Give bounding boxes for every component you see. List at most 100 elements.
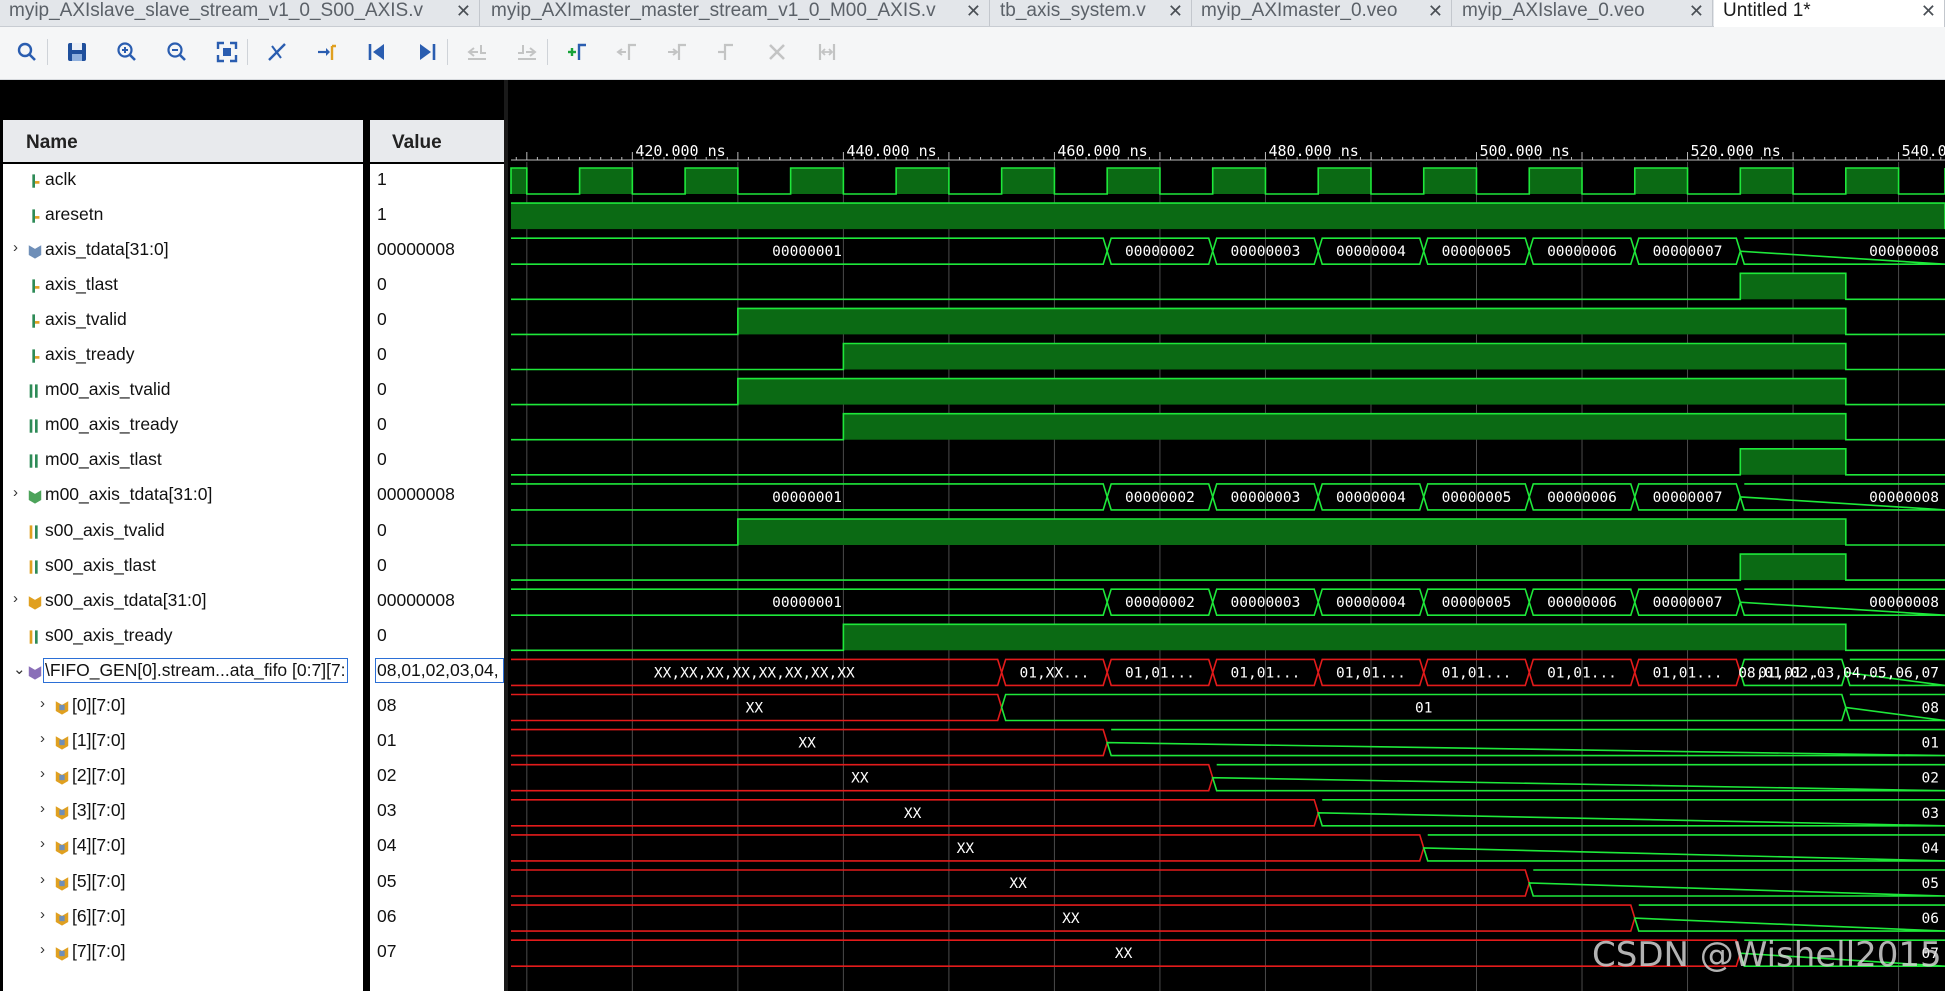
close-icon[interactable]: ✕ xyxy=(1921,0,1936,22)
zoom-out-icon xyxy=(167,42,186,61)
input-bit-icon xyxy=(32,279,40,293)
signal-row[interactable]: › [2][7:0] xyxy=(3,760,363,795)
zoom-in-button[interactable] xyxy=(112,37,142,67)
signal-value: 08,01,02,03,04, xyxy=(375,657,504,683)
expand-chevron-icon[interactable]: › xyxy=(40,765,45,782)
signal-row[interactable]: aresetn xyxy=(3,199,363,234)
signal-row[interactable]: › [1][7:0] xyxy=(3,725,363,760)
signal-value-row[interactable]: 00000008 xyxy=(370,585,504,620)
signal-row[interactable]: › axis_tdata[31:0] xyxy=(3,234,363,269)
expand-chevron-icon[interactable]: › xyxy=(40,871,45,888)
signal-row[interactable]: › [4][7:0] xyxy=(3,830,363,865)
expand-chevron-icon[interactable]: › xyxy=(40,941,45,958)
go-to-start-button[interactable] xyxy=(362,37,392,67)
signal-row[interactable]: s00_axis_tready xyxy=(3,620,363,655)
signal-value: 03 xyxy=(377,800,397,821)
next-transition-button xyxy=(512,37,542,67)
zoom-fit-button[interactable] xyxy=(212,37,242,67)
signal-row[interactable]: axis_tlast xyxy=(3,269,363,304)
signal-value-row[interactable]: 0 xyxy=(370,550,504,585)
signal-row[interactable]: › m00_axis_tdata[31:0] xyxy=(3,479,363,514)
signal-value-row[interactable]: 06 xyxy=(370,901,504,936)
tab-file-3[interactable]: myip_AXImaster_0.veo ✕ xyxy=(1192,0,1452,26)
waveform-pane[interactable]: 420.000 ns 440.000 ns 460.000 ns 480.000 ns… xyxy=(508,80,1945,991)
go-to-end-button[interactable] xyxy=(412,37,442,67)
tab-file-0[interactable]: myip_AXIslave_slave_stream_v1_0_S00_AXIS… xyxy=(0,0,480,26)
expand-chevron-icon[interactable]: › xyxy=(13,590,18,607)
signal-value: 0 xyxy=(377,414,387,435)
signal-value-row[interactable]: 05 xyxy=(370,866,504,901)
signal-value-row[interactable]: 01 xyxy=(370,725,504,760)
name-column-header[interactable]: Name xyxy=(3,120,363,162)
signal-value-row[interactable]: 00000008 xyxy=(370,234,504,269)
tab-untitled-active[interactable]: Untitled 1* ✕ xyxy=(1714,0,1945,27)
zoom-out-button[interactable] xyxy=(162,37,192,67)
signal-value-row[interactable]: 0 xyxy=(370,620,504,655)
search-button[interactable] xyxy=(12,37,42,67)
signal-value: 0 xyxy=(377,379,387,400)
signal-row[interactable]: s00_axis_tvalid xyxy=(3,515,363,550)
signal-row[interactable]: axis_tvalid xyxy=(3,304,363,339)
expand-chevron-icon[interactable]: › xyxy=(40,800,45,817)
tab-file-1[interactable]: myip_AXImaster_master_stream_v1_0_M00_AX… xyxy=(482,0,990,26)
expand-chevron-icon[interactable]: › xyxy=(13,239,18,256)
column-divider[interactable] xyxy=(363,120,370,991)
wave-trace xyxy=(511,448,1945,476)
close-icon[interactable]: ✕ xyxy=(456,0,471,22)
signal-row[interactable]: ⌄ \FIFO_GEN[0].stream...ata_fifo [0:7][7: xyxy=(3,655,363,690)
signal-row[interactable]: aclk xyxy=(3,164,363,199)
signal-value-row[interactable]: 08,01,02,03,04, xyxy=(370,655,504,690)
signal-value-row[interactable]: 0 xyxy=(370,269,504,304)
signal-row[interactable]: › [3][7:0] xyxy=(3,795,363,830)
signal-row[interactable]: s00_axis_tlast xyxy=(3,550,363,585)
cursor-to-zero-button[interactable] xyxy=(262,37,292,67)
signal-value-row[interactable]: 08 xyxy=(370,690,504,725)
close-icon[interactable]: ✕ xyxy=(1428,0,1443,22)
wave-high-fill xyxy=(685,168,738,194)
bus-value-label: 00000008 xyxy=(1869,244,1939,260)
snap-to-transition-icon xyxy=(818,44,836,60)
signal-name: s00_axis_tlast xyxy=(45,554,156,575)
signal-row[interactable]: axis_tready xyxy=(3,339,363,374)
signal-value-row[interactable]: 04 xyxy=(370,830,504,865)
tab-file-2[interactable]: tb_axis_system.v ✕ xyxy=(991,0,1192,26)
signal-row[interactable]: › [5][7:0] xyxy=(3,866,363,901)
close-icon[interactable]: ✕ xyxy=(966,0,981,22)
tab-file-4[interactable]: myip_AXIslave_0.veo ✕ xyxy=(1453,0,1713,26)
signal-value: 07 xyxy=(377,940,397,961)
expand-chevron-icon[interactable]: › xyxy=(40,906,45,923)
signal-value-row[interactable]: 0 xyxy=(370,374,504,409)
signal-value-row[interactable]: 0 xyxy=(370,444,504,479)
signal-value-row[interactable]: 00000008 xyxy=(370,479,504,514)
signal-row[interactable]: › [0][7:0] xyxy=(3,690,363,725)
signal-row[interactable]: m00_axis_tready xyxy=(3,409,363,444)
value-column-header[interactable]: Value xyxy=(370,120,504,162)
expand-chevron-icon[interactable]: › xyxy=(40,835,45,852)
expand-chevron-icon[interactable]: › xyxy=(40,730,45,747)
expand-chevron-icon[interactable]: › xyxy=(13,484,18,501)
signal-row[interactable]: › [6][7:0] xyxy=(3,901,363,936)
signal-row[interactable]: › [7][7:0] xyxy=(3,936,363,971)
waveform-canvas[interactable]: 420.000 ns 440.000 ns 460.000 ns 480.000 ns… xyxy=(508,80,1945,991)
signal-value-row[interactable]: 07 xyxy=(370,936,504,971)
signal-row[interactable]: m00_axis_tvalid xyxy=(3,374,363,409)
signal-value-row[interactable]: 0 xyxy=(370,409,504,444)
signal-value-row[interactable]: 1 xyxy=(370,199,504,234)
close-icon[interactable]: ✕ xyxy=(1168,0,1183,22)
expand-chevron-icon[interactable]: › xyxy=(40,695,45,712)
signal-value-row[interactable]: 03 xyxy=(370,795,504,830)
go-to-cursor-button[interactable] xyxy=(312,37,342,67)
signal-value-row[interactable]: 0 xyxy=(370,515,504,550)
signal-value-row[interactable]: 0 xyxy=(370,339,504,374)
signal-value-row[interactable]: 0 xyxy=(370,304,504,339)
close-icon[interactable]: ✕ xyxy=(1689,0,1704,22)
signal-value-row[interactable]: 02 xyxy=(370,760,504,795)
signal-row[interactable]: m00_axis_tlast xyxy=(3,444,363,479)
tab-label: myip_AXIslave_slave_stream_v1_0_S00_AXIS… xyxy=(9,0,424,21)
signal-value-row[interactable]: 1 xyxy=(370,164,504,199)
signal-row[interactable]: › s00_axis_tdata[31:0] xyxy=(3,585,363,620)
time-tick-label: 500.000 ns xyxy=(1479,142,1569,160)
save-button[interactable] xyxy=(62,37,92,67)
add-marker-button[interactable] xyxy=(562,37,592,67)
collapse-chevron-icon[interactable]: ⌄ xyxy=(13,660,26,678)
